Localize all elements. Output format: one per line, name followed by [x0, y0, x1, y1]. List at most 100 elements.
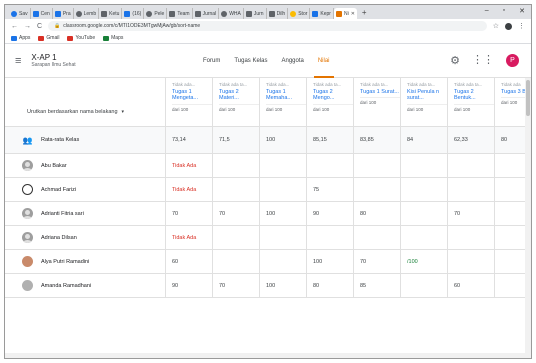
- grade-cell[interactable]: 90: [307, 202, 354, 225]
- grade-cell[interactable]: [213, 178, 260, 201]
- grade-cell[interactable]: [401, 154, 448, 177]
- assignment-title[interactable]: Tugas 1 Mengeta...: [172, 89, 212, 102]
- grade-cell[interactable]: [260, 154, 307, 177]
- account-avatar[interactable]: P: [506, 54, 519, 67]
- grade-cell[interactable]: 100: [260, 202, 307, 225]
- restore-icon[interactable]: ▫: [503, 7, 505, 15]
- grade-cell[interactable]: [448, 226, 495, 249]
- extension-icon[interactable]: [505, 22, 512, 30]
- grade-cell[interactable]: [260, 250, 307, 273]
- back-icon[interactable]: ←: [11, 23, 18, 30]
- grade-cell[interactable]: [448, 154, 495, 177]
- grade-cell[interactable]: [401, 178, 448, 201]
- url-field[interactable]: 🔒 classroom.google.com/c/MTI1ODE3MTgwMjA…: [48, 21, 487, 31]
- browser-tab[interactable]: Pra: [53, 8, 74, 19]
- grade-cell[interactable]: [354, 178, 401, 201]
- browser-tab[interactable]: Cen: [31, 8, 53, 19]
- browser-tab[interactable]: WHA: [219, 8, 244, 19]
- assignment-title[interactable]: Tugas 1 Surat...: [360, 89, 400, 96]
- grade-cell[interactable]: [213, 250, 260, 273]
- assignment-title[interactable]: Tugas 2 Mengo...: [313, 89, 353, 102]
- assignment-title[interactable]: Tugas 1 Memaha...: [266, 89, 306, 102]
- browser-tab[interactable]: Dilh: [267, 8, 289, 19]
- grade-cell[interactable]: 70: [213, 274, 260, 297]
- browser-tab[interactable]: Lemb: [74, 8, 100, 19]
- grade-cell[interactable]: 90: [166, 274, 213, 297]
- bookmark-item[interactable]: YouTube: [67, 35, 95, 41]
- grade-cell[interactable]: 60: [166, 250, 213, 273]
- assignment-header[interactable]: Tidak ada ta... Tugas 2 Mengo... dari 100: [307, 78, 354, 126]
- assignment-header[interactable]: Tidak ada... Tugas 1 Mengeta... dari 100: [166, 78, 213, 126]
- assignment-header[interactable]: Tidak ada ta... Tugas 2 Materi... dari 100: [213, 78, 260, 126]
- close-window-icon[interactable]: ✕: [519, 7, 525, 15]
- grade-cell[interactable]: Tidak Ada: [166, 154, 213, 177]
- grade-cell[interactable]: [307, 226, 354, 249]
- apps-grid-icon[interactable]: ⋮⋮: [472, 55, 494, 66]
- bookmark-item[interactable]: Gmail: [38, 35, 59, 41]
- vertical-scrollbar[interactable]: [525, 78, 531, 358]
- student-name-cell[interactable]: Achmad Farizi: [5, 178, 166, 201]
- assignment-title[interactable]: Tugas 2 Materi...: [219, 89, 259, 102]
- tab-nilai[interactable]: Nilai: [313, 44, 334, 78]
- assignment-title[interactable]: Tugas 2 Bentuk...: [454, 89, 494, 102]
- grade-cell[interactable]: 70: [213, 202, 260, 225]
- sort-dropdown[interactable]: Urutkan berdasarkan nama belakang ▾: [5, 78, 165, 127]
- grade-cell[interactable]: [354, 154, 401, 177]
- tab-tugas-kelas[interactable]: Tugas Kelas: [234, 44, 267, 78]
- grade-cell[interactable]: [213, 226, 260, 249]
- browser-tab[interactable]: Stor: [288, 8, 311, 19]
- browser-tab[interactable]: (16): [122, 8, 145, 19]
- grade-cell[interactable]: 85: [354, 274, 401, 297]
- grade-cell[interactable]: [401, 274, 448, 297]
- grade-cell[interactable]: [448, 178, 495, 201]
- grade-cell[interactable]: [260, 226, 307, 249]
- menu-dots-icon[interactable]: ⋮: [518, 22, 525, 30]
- gear-icon[interactable]: ⚙: [450, 54, 460, 67]
- horizontal-scrollbar[interactable]: [5, 353, 527, 358]
- student-name-cell[interactable]: Adrianti Fitria sari: [5, 202, 166, 225]
- grade-cell[interactable]: [401, 226, 448, 249]
- assignment-header[interactable]: Tidak ada ta... Tugas 1 Surat... dari 100: [354, 78, 401, 126]
- reload-icon[interactable]: C: [37, 23, 42, 30]
- grade-cell[interactable]: 80: [307, 274, 354, 297]
- grade-cell[interactable]: 70: [166, 202, 213, 225]
- grade-cell[interactable]: [307, 154, 354, 177]
- bookmark-item[interactable]: Maps: [103, 35, 123, 41]
- grade-cell[interactable]: [213, 154, 260, 177]
- grade-cell[interactable]: [401, 202, 448, 225]
- student-name-cell[interactable]: Alya Putri Ramadini: [5, 250, 166, 273]
- grade-cell[interactable]: 75: [307, 178, 354, 201]
- class-title[interactable]: X-AP 1: [31, 53, 75, 62]
- grade-cell[interactable]: Tidak Ada: [166, 226, 213, 249]
- grade-cell[interactable]: [354, 226, 401, 249]
- browser-tab[interactable]: Pele: [144, 8, 168, 19]
- browser-tab[interactable]: Kepr: [310, 8, 334, 19]
- grade-cell[interactable]: 70: [354, 250, 401, 273]
- student-name-cell[interactable]: Adriana Dilsan: [5, 226, 166, 249]
- hamburger-menu-icon[interactable]: ≡: [15, 55, 21, 67]
- new-tab-button[interactable]: +: [362, 8, 367, 17]
- grade-cell[interactable]: /100: [401, 250, 448, 273]
- star-icon[interactable]: ☆: [493, 22, 499, 30]
- assignment-header[interactable]: Tidak ada... Tugas 1 Memaha... dari 100: [260, 78, 307, 126]
- grade-cell[interactable]: 80: [354, 202, 401, 225]
- student-name-cell[interactable]: Amanda Ramadhani: [5, 274, 166, 297]
- forward-icon[interactable]: →: [24, 23, 31, 30]
- grade-cell[interactable]: 60: [448, 274, 495, 297]
- tab-forum[interactable]: Forum: [203, 44, 220, 78]
- browser-tab[interactable]: Jurnal: [193, 8, 220, 19]
- grade-cell[interactable]: [448, 250, 495, 273]
- grade-cell[interactable]: [260, 178, 307, 201]
- tab-close-icon[interactable]: ✕: [351, 11, 355, 17]
- bookmark-item[interactable]: Apps: [11, 35, 30, 41]
- browser-tab[interactable]: Team: [167, 8, 193, 19]
- browser-tab[interactable]: Ketu: [99, 8, 123, 19]
- assignment-header[interactable]: Tidak ada ta... Kisi Penula n surat... dar…: [401, 78, 448, 126]
- assignment-header[interactable]: Tidak ada ta... Tugas 2 Bentuk... dari 100: [448, 78, 495, 126]
- student-name-cell[interactable]: Abu Bakar: [5, 154, 166, 177]
- minimize-icon[interactable]: –: [485, 7, 489, 15]
- browser-tab[interactable]: Ni ✕: [333, 8, 357, 19]
- browser-tab[interactable]: Jurn: [244, 8, 267, 19]
- browser-tab[interactable]: Sav: [9, 8, 31, 19]
- grade-cell[interactable]: Tidak Ada: [166, 178, 213, 201]
